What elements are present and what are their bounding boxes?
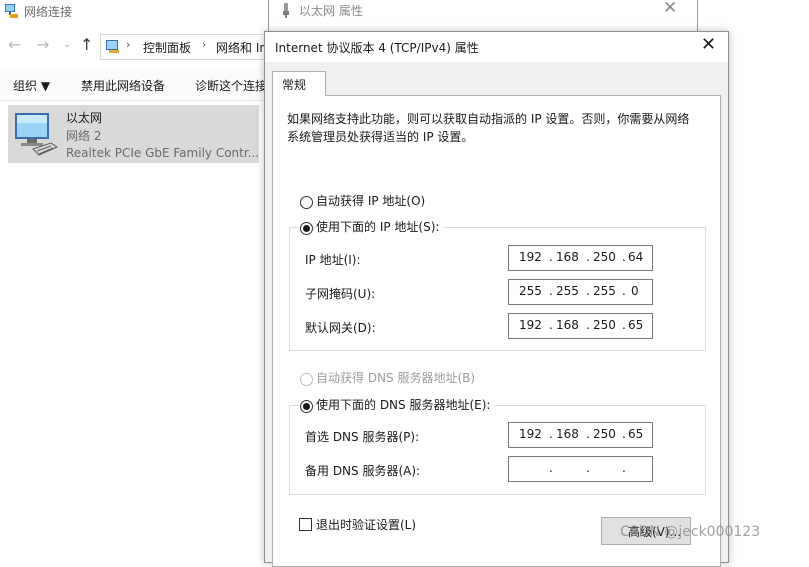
octet-dot: . bbox=[622, 284, 626, 298]
dns-octet: 65 bbox=[628, 427, 644, 441]
manual-ip-label[interactable]: 使用下面的 IP 地址(S): bbox=[316, 218, 444, 235]
octet-dot: . bbox=[586, 250, 590, 264]
general-tab-panel: 如果网络支持此功能，则可以获取自动指派的 IP 设置。否则，你需要从网络系统管理… bbox=[272, 95, 721, 567]
adapter-device: Realtek PCIe GbE Family Contr... bbox=[66, 146, 260, 160]
breadcrumb-separator-icon: › bbox=[126, 38, 131, 51]
dialog-titlebar: Internet 协议版本 4 (TCP/IPv4) 属性 ✕ bbox=[265, 32, 728, 62]
explorer-title: 网络连接 bbox=[24, 5, 73, 19]
octet-dot: . bbox=[549, 461, 553, 475]
breadcrumb-control-panel[interactable]: 控制面板 bbox=[143, 39, 191, 56]
preferred-dns-field[interactable]: 192 . 168 . 250 . 65 bbox=[508, 422, 653, 448]
explorer-titlebar: 网络连接 bbox=[0, 0, 270, 24]
organize-menu[interactable]: 组织 ▼ bbox=[13, 77, 50, 94]
close-icon[interactable]: ✕ bbox=[663, 0, 677, 18]
control-panel-icon bbox=[106, 40, 119, 53]
subnet-octet: 255 bbox=[556, 284, 579, 298]
network-adapter-icon bbox=[15, 113, 59, 156]
octet-dot: . bbox=[549, 284, 553, 298]
subnet-octet: 255 bbox=[519, 284, 542, 298]
subnet-mask-label: 子网掩码(U): bbox=[305, 287, 376, 301]
ethernet-properties-title: 以太网 属性 bbox=[299, 4, 363, 18]
breadcrumb-separator-icon: › bbox=[202, 38, 207, 51]
octet-dot: . bbox=[622, 250, 626, 264]
close-icon[interactable]: ✕ bbox=[701, 34, 716, 55]
octet-dot: . bbox=[586, 427, 590, 441]
breadcrumb-network[interactable]: 网络和 In bbox=[216, 39, 267, 56]
alternate-dns-label: 备用 DNS 服务器(A): bbox=[305, 464, 421, 478]
dns-octet: 168 bbox=[556, 427, 579, 441]
octet-dot: . bbox=[586, 461, 590, 475]
octet-dot: . bbox=[622, 461, 626, 475]
subnet-mask-field[interactable]: 255 . 255 . 255 . 0 bbox=[508, 279, 653, 305]
octet-dot: . bbox=[622, 427, 626, 441]
disable-device-button[interactable]: 禁用此网络设备 bbox=[81, 77, 165, 94]
gateway-octet: 192 bbox=[519, 318, 542, 332]
octet-dot: . bbox=[549, 250, 553, 264]
ip-address-field[interactable]: 192 . 168 . 250 . 64 bbox=[508, 245, 653, 271]
auto-dns-label[interactable]: 自动获得 DNS 服务器地址(B) bbox=[316, 369, 475, 386]
auto-dns-radio[interactable] bbox=[300, 373, 313, 386]
octet-dot: . bbox=[549, 318, 553, 332]
up-arrow-icon[interactable]: ↑ bbox=[80, 36, 93, 54]
ipv4-properties-dialog: Internet 协议版本 4 (TCP/IPv4) 属性 ✕ 常规 如果网络支… bbox=[264, 31, 729, 567]
preferred-dns-label: 首选 DNS 服务器(P): bbox=[305, 430, 420, 444]
manual-dns-radio[interactable] bbox=[300, 400, 313, 413]
validate-label[interactable]: 退出时验证设置(L) bbox=[316, 516, 416, 533]
adapter-name: 以太网 bbox=[66, 111, 103, 125]
octet-dot: . bbox=[586, 284, 590, 298]
validate-checkbox[interactable] bbox=[299, 518, 312, 531]
dns-octet: 192 bbox=[519, 427, 542, 441]
tab-general[interactable]: 常规 bbox=[272, 71, 326, 96]
ip-octet: 168 bbox=[556, 250, 579, 264]
ip-octet: 250 bbox=[593, 250, 616, 264]
dialog-title: Internet 协议版本 4 (TCP/IPv4) 属性 bbox=[275, 41, 479, 55]
address-bar[interactable]: › 控制面板 › 网络和 In bbox=[100, 34, 271, 60]
octet-dot: . bbox=[622, 318, 626, 332]
network-connections-icon bbox=[5, 4, 18, 18]
octet-dot: . bbox=[549, 427, 553, 441]
recent-chevron-icon[interactable]: ⌄ bbox=[63, 36, 71, 54]
adapter-network: 网络 2 bbox=[66, 129, 102, 143]
subnet-octet: 255 bbox=[593, 284, 616, 298]
gateway-octet: 250 bbox=[593, 318, 616, 332]
manual-dns-label[interactable]: 使用下面的 DNS 服务器地址(E): bbox=[316, 396, 495, 413]
ip-address-label: IP 地址(I): bbox=[305, 253, 361, 267]
ip-octet: 64 bbox=[628, 250, 644, 264]
dns-octet: 250 bbox=[593, 427, 616, 441]
alternate-dns-field[interactable]: . . . bbox=[508, 456, 653, 482]
octet-dot: . bbox=[586, 318, 590, 332]
subnet-octet: 0 bbox=[631, 284, 639, 298]
gateway-octet: 168 bbox=[556, 318, 579, 332]
gateway-octet: 65 bbox=[628, 318, 644, 332]
auto-ip-radio[interactable] bbox=[300, 196, 313, 209]
command-bar: 组织 ▼ 禁用此网络设备 诊断这个连接 bbox=[0, 70, 270, 101]
ethernet-properties-icon bbox=[283, 3, 289, 18]
auto-ip-label[interactable]: 自动获得 IP 地址(O) bbox=[316, 192, 425, 209]
back-arrow-icon[interactable]: ← bbox=[8, 36, 21, 54]
watermark-text: CSDN @jeck000123 bbox=[620, 524, 761, 540]
ethernet-adapter-item[interactable]: 以太网 网络 2 Realtek PCIe GbE Family Contr..… bbox=[8, 105, 259, 163]
default-gateway-label: 默认网关(D): bbox=[305, 321, 376, 335]
ip-octet: 192 bbox=[519, 250, 542, 264]
manual-ip-radio[interactable] bbox=[300, 222, 313, 235]
tab-general-label: 常规 bbox=[282, 78, 307, 92]
description-text: 如果网络支持此功能，则可以获取自动指派的 IP 设置。否则，你需要从网络系统管理… bbox=[287, 112, 690, 144]
navigation-row: ← → ⌄ ↑ › 控制面板 › 网络和 In bbox=[0, 34, 271, 60]
default-gateway-field[interactable]: 192 . 168 . 250 . 65 bbox=[508, 313, 653, 339]
forward-arrow-icon[interactable]: → bbox=[36, 36, 49, 54]
diagnose-connection-button[interactable]: 诊断这个连接 bbox=[195, 77, 267, 94]
